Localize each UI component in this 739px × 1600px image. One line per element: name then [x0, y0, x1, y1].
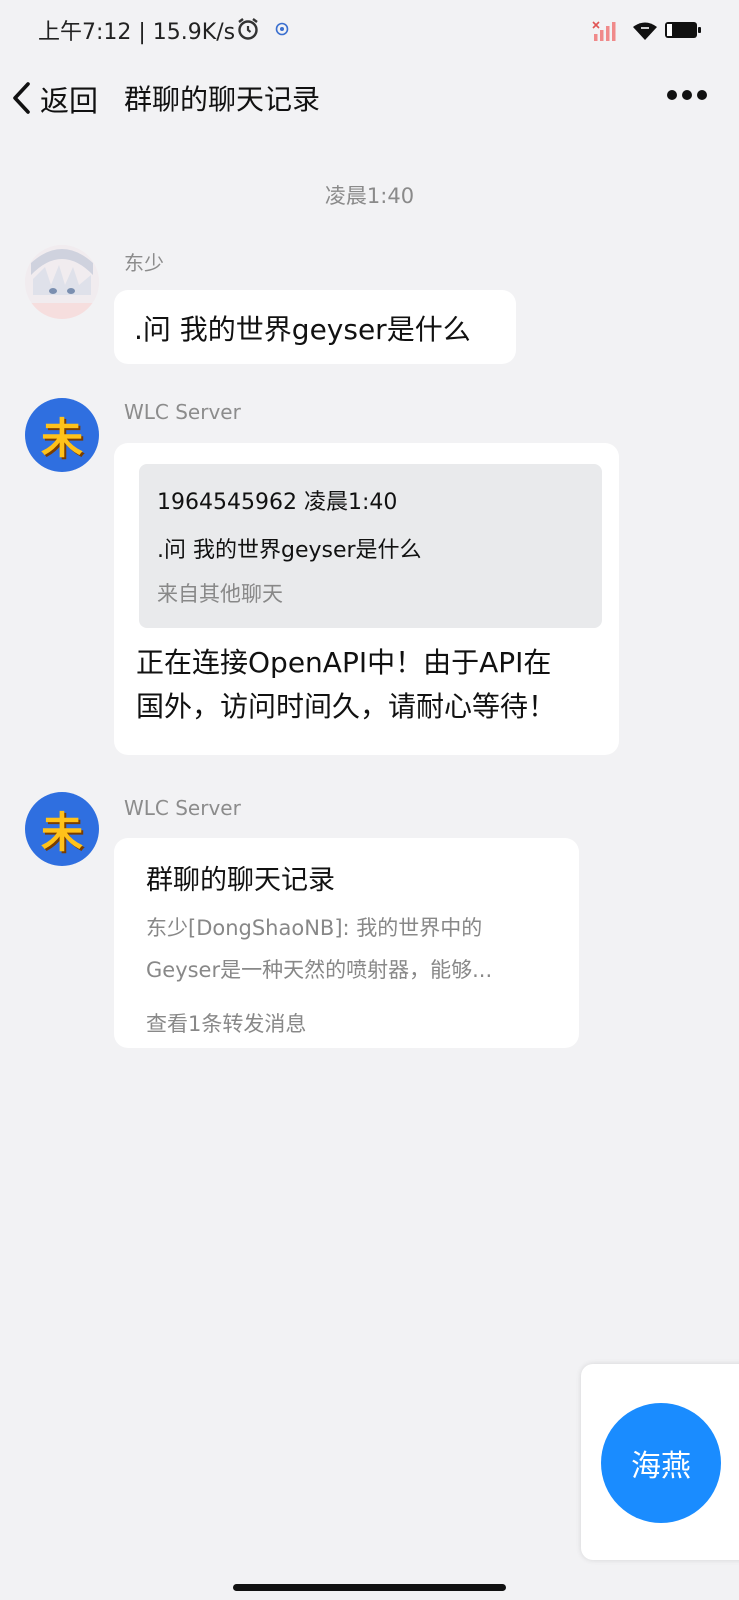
message-bubble[interactable]: 1964545962 凌晨1:40 .问 我的世界geyser是什么 来自其他聊…: [114, 443, 619, 755]
status-time: 上午7:12 | 15.9K/s: [38, 20, 236, 45]
quote-source: 来自其他聊天: [157, 582, 283, 606]
forward-preview-line: 东少[DongShaoNB]: 我的世界中的: [146, 916, 483, 940]
avatar-dongshao[interactable]: [25, 245, 99, 319]
wifi-icon: [633, 22, 657, 40]
battery-icon: [664, 20, 702, 40]
time-divider: 凌晨1:40: [324, 184, 415, 208]
floating-action-button[interactable]: 海燕: [601, 1403, 721, 1523]
sender-name: WLC Server: [124, 400, 241, 424]
message-text: .问 我的世界geyser是什么: [134, 313, 471, 346]
forward-preview-line: Geyser是一种天然的喷射器，能够...: [146, 958, 493, 982]
quote-header: 1964545962 凌晨1:40: [157, 490, 398, 515]
avatar-wlc-server[interactable]: 未: [25, 398, 99, 472]
quote-text: .问 我的世界geyser是什么: [157, 538, 422, 563]
sender-name: 东少: [124, 251, 164, 275]
page-title: 群聊的聊天记录: [124, 83, 321, 116]
more-icon[interactable]: [666, 88, 708, 102]
home-indicator[interactable]: [233, 1584, 506, 1591]
forward-card[interactable]: 群聊的聊天记录 东少[DongShaoNB]: 我的世界中的 Geyser是一种…: [114, 838, 579, 1048]
avatar-char: 未: [40, 413, 83, 463]
back-chevron-icon[interactable]: [10, 80, 34, 116]
sender-name: WLC Server: [124, 796, 241, 820]
avatar-wlc-server[interactable]: 未: [25, 792, 99, 866]
forward-title: 群聊的聊天记录: [146, 865, 335, 896]
back-button[interactable]: 返回: [40, 78, 98, 120]
view-forward-link[interactable]: 查看1条转发消息: [146, 1008, 306, 1038]
vpn-icon: [275, 22, 289, 36]
reply-quote[interactable]: 1964545962 凌晨1:40 .问 我的世界geyser是什么 来自其他聊…: [139, 464, 602, 628]
avatar-char: 未: [40, 807, 83, 857]
signal-icon: [592, 21, 616, 41]
message-bubble[interactable]: .问 我的世界geyser是什么: [114, 290, 516, 364]
message-text-line: 国外，访问时间久，请耐心等待！: [136, 690, 557, 723]
message-text-line: 正在连接OpenAPI中！由于API在: [136, 646, 552, 679]
alarm-icon: [238, 18, 258, 40]
